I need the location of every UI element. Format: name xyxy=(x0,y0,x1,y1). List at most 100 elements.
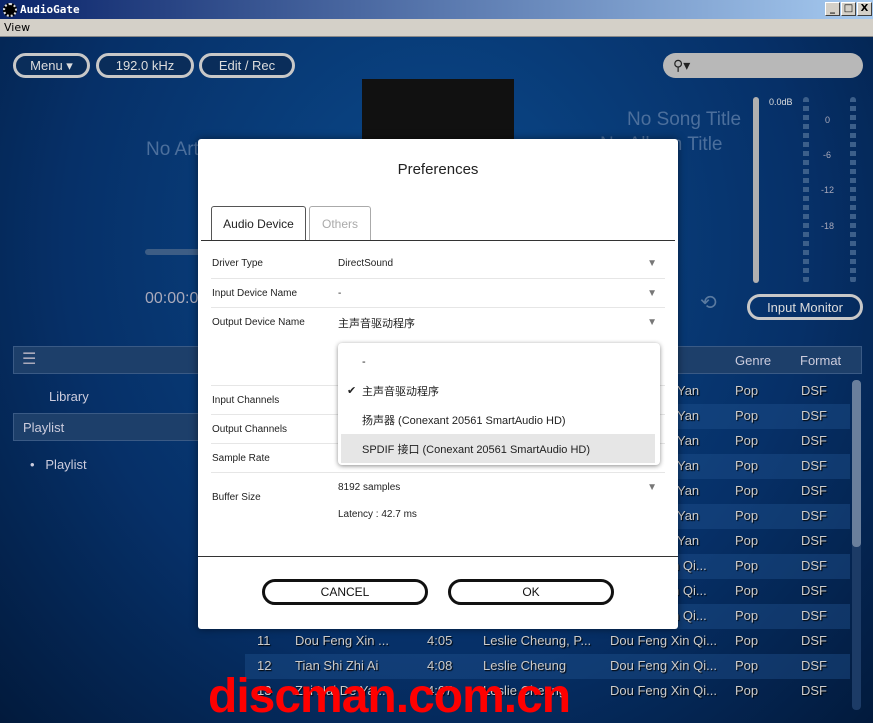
cell-album: Yan xyxy=(677,508,700,523)
title-bar: AudioGate _ □ X xyxy=(0,0,873,19)
cell-num: 11 xyxy=(257,633,271,648)
dropdown-arrow-icon[interactable]: ▼ xyxy=(647,258,657,269)
cell-genre: Pop xyxy=(735,583,759,598)
dropdown-arrow-icon[interactable]: ▼ xyxy=(647,317,657,328)
cell-time: 4:05 xyxy=(427,633,453,648)
checkmark-icon: ✔ xyxy=(347,385,357,397)
volume-slider[interactable] xyxy=(753,97,759,283)
hamburger-icon[interactable]: ☰ xyxy=(22,349,36,368)
input-device-row[interactable]: Input Device Name - ▼ xyxy=(211,279,665,308)
cell-format: DSF xyxy=(801,458,827,473)
peak-readout: 0.0dB xyxy=(769,97,793,107)
cell-genre: Pop xyxy=(735,433,759,448)
close-button[interactable]: X xyxy=(857,2,872,16)
cell-genre: Pop xyxy=(735,683,759,698)
meter-left xyxy=(803,97,809,283)
meter-tick: -18 xyxy=(821,221,835,231)
scrollbar[interactable] xyxy=(852,380,861,710)
dropdown-arrow-icon[interactable]: ▼ xyxy=(647,288,657,299)
menu-view[interactable]: View xyxy=(4,21,30,34)
cell-format: DSF xyxy=(801,433,827,448)
cell-format: DSF xyxy=(801,683,827,698)
driver-type-row[interactable]: Driver Type DirectSound ▼ xyxy=(211,249,665,279)
ok-button[interactable]: OK xyxy=(448,579,614,605)
output-device-dropdown: - ✔ 主声音驱动程序 扬声器 (Conexant 20561 SmartAudi… xyxy=(338,343,660,465)
buffer-size-row[interactable]: Buffer Size 8192 samples Latency : 42.7 ms… xyxy=(211,473,665,533)
cell-album: Dou Feng Xin Qi... xyxy=(610,683,717,698)
tab-others[interactable]: Others xyxy=(309,206,371,241)
scrollbar-thumb[interactable] xyxy=(852,380,861,547)
table-row[interactable]: 11 Dou Feng Xin ... 4:05 Leslie Cheung, P..… xyxy=(245,629,850,654)
cell-genre: Pop xyxy=(735,383,759,398)
watermark: discman.com.cn xyxy=(208,670,571,723)
cell-album: Yan xyxy=(677,533,700,548)
cell-genre: Pop xyxy=(735,558,759,573)
cell-album: Dou Feng Xin Qi... xyxy=(610,633,717,648)
driver-type-value: DirectSound xyxy=(338,258,394,269)
cell-genre: Pop xyxy=(735,508,759,523)
tab-audio-device[interactable]: Audio Device xyxy=(211,206,306,241)
minimize-button[interactable]: _ xyxy=(825,2,840,16)
meter-tick: -6 xyxy=(823,150,832,160)
cell-format: DSF xyxy=(801,483,827,498)
cell-genre: Pop xyxy=(735,633,759,648)
input-device-value: - xyxy=(338,288,342,299)
meter-tick: 0 xyxy=(825,115,831,125)
label: Output Channels xyxy=(212,424,288,435)
song-title: No Song Title xyxy=(627,109,742,130)
cell-album: Yan xyxy=(677,483,700,498)
app-icon xyxy=(3,2,17,17)
sidebar-item-library[interactable]: Library xyxy=(49,389,89,404)
cell-album: Dou Feng Xin Qi... xyxy=(610,658,717,673)
label: Buffer Size xyxy=(212,492,261,503)
output-device-value: 主声音驱动程序 xyxy=(338,318,415,330)
dropdown-option-selected[interactable]: ✔ 主声音驱动程序 xyxy=(341,376,655,405)
cell-genre: Pop xyxy=(735,608,759,623)
label: Driver Type xyxy=(212,258,263,269)
dropdown-option[interactable]: 扬声器 (Conexant 20561 SmartAudio HD) xyxy=(341,405,655,434)
latency-readout: Latency : 42.7 ms xyxy=(338,509,417,520)
sample-rate-button[interactable]: 192.0 kHz xyxy=(96,53,194,78)
sidebar-item-playlist[interactable]: • Playlist xyxy=(30,457,87,472)
cell-genre: Pop xyxy=(735,658,759,673)
cell-album: Yan xyxy=(677,433,700,448)
dialog-title: Preferences xyxy=(397,161,479,178)
search-input[interactable]: ⚲▾ xyxy=(663,53,863,78)
dropdown-arrow-icon[interactable]: ▼ xyxy=(647,482,657,493)
tab-divider xyxy=(201,240,675,241)
cell-format: DSF xyxy=(801,383,827,398)
maximize-button[interactable]: □ xyxy=(841,2,856,16)
label: Input Channels xyxy=(212,395,280,406)
header-genre[interactable]: Genre xyxy=(735,353,771,368)
meter-tick: -12 xyxy=(821,185,835,195)
dropdown-option-hovered[interactable]: SPDIF 接口 (Conexant 20561 SmartAudio HD) xyxy=(341,434,655,463)
cancel-button[interactable]: CANCEL xyxy=(262,579,428,605)
label: Output Device Name xyxy=(212,317,305,328)
menu-bar: View xyxy=(0,19,873,37)
cell-genre: Pop xyxy=(735,408,759,423)
bullet-icon: • xyxy=(30,457,46,472)
label: Sample Rate xyxy=(212,453,270,464)
header-format[interactable]: Format xyxy=(800,353,841,368)
input-monitor-button[interactable]: Input Monitor xyxy=(747,294,863,320)
cell-format: DSF xyxy=(801,658,827,673)
cell-genre: Pop xyxy=(735,458,759,473)
label: Input Device Name xyxy=(212,288,298,299)
dropdown-option[interactable]: - xyxy=(341,347,655,376)
cell-format: DSF xyxy=(801,583,827,598)
cell-format: DSF xyxy=(801,558,827,573)
cell-format: DSF xyxy=(801,533,827,548)
edit-rec-button[interactable]: Edit / Rec xyxy=(199,53,295,78)
menu-button[interactable]: Menu ▾ xyxy=(13,53,90,78)
cell-album: Yan xyxy=(677,383,700,398)
cell-genre: Pop xyxy=(735,483,759,498)
window-title: AudioGate xyxy=(20,3,80,16)
repeat-icon[interactable]: ⟲ xyxy=(700,290,717,315)
cell-title: Dou Feng Xin ... xyxy=(295,633,389,648)
cell-album: Yan xyxy=(677,408,700,423)
cell-format: DSF xyxy=(801,608,827,623)
cell-artist: Leslie Cheung, P... xyxy=(483,633,592,648)
cell-format: DSF xyxy=(801,508,827,523)
search-icon: ⚲▾ xyxy=(673,57,691,74)
cell-genre: Pop xyxy=(735,533,759,548)
